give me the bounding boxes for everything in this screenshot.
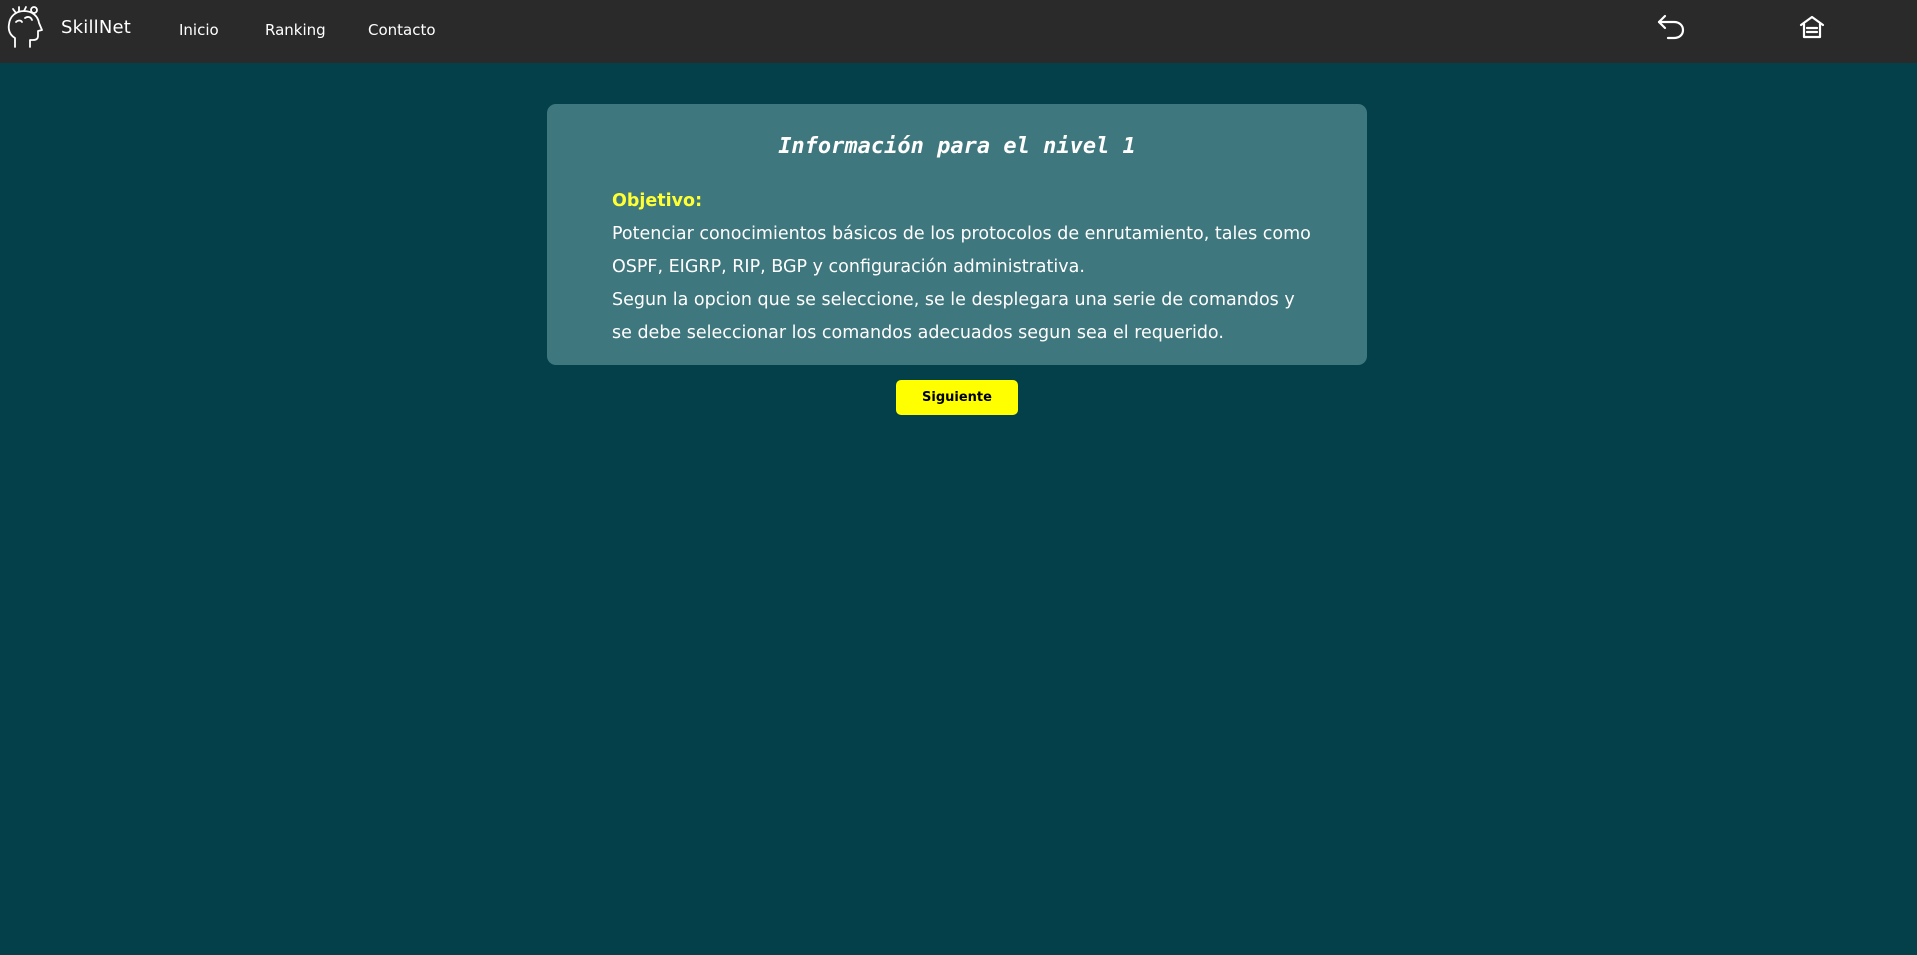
brain-head-logo-icon bbox=[7, 6, 43, 48]
card-title: Información para el nivel 1 bbox=[778, 134, 1136, 159]
brand-logo-link[interactable]: SkillNet bbox=[6, 5, 131, 49]
home-icon[interactable] bbox=[1799, 15, 1825, 39]
card-body: Objetivo: Potenciar conocimientos básico… bbox=[612, 185, 1312, 350]
next-button[interactable]: Siguiente bbox=[896, 380, 1018, 415]
back-arrow-icon[interactable] bbox=[1656, 13, 1686, 41]
level-info-card: Información para el nivel 1 Objetivo: Po… bbox=[547, 104, 1367, 365]
nav-link-inicio[interactable]: Inicio bbox=[179, 21, 219, 39]
instructions-text: Segun la opcion que se seleccione, se le… bbox=[612, 290, 1295, 343]
top-navbar: SkillNet Inicio Ranking Contacto bbox=[0, 0, 1917, 63]
brand-name: SkillNet bbox=[61, 16, 132, 38]
nav-link-ranking[interactable]: Ranking bbox=[265, 21, 326, 39]
objective-label: Objetivo: bbox=[612, 191, 703, 211]
objective-description: Potenciar conocimientos básicos de los p… bbox=[612, 224, 1311, 277]
nav-link-contacto[interactable]: Contacto bbox=[368, 21, 436, 39]
